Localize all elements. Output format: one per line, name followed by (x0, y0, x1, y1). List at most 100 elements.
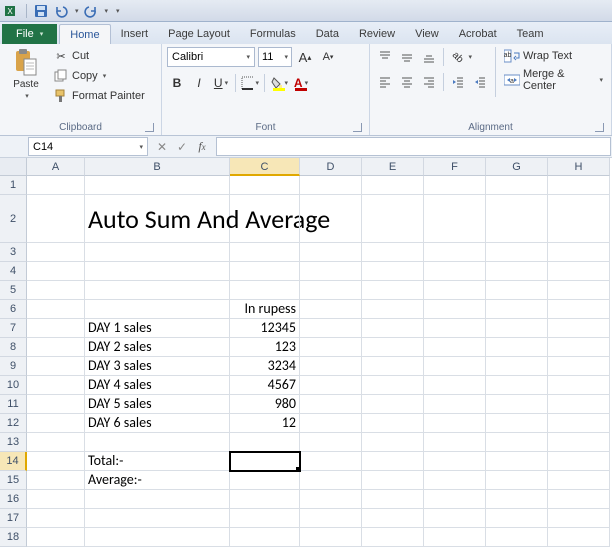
cell[interactable] (424, 471, 486, 490)
row-header[interactable]: 17 (0, 509, 27, 528)
cell[interactable] (85, 281, 230, 300)
fx-icon[interactable]: fx (194, 139, 210, 154)
align-bottom-button[interactable] (419, 47, 439, 67)
cell[interactable] (85, 243, 230, 262)
redo-icon[interactable] (83, 3, 99, 19)
qat-customize-icon[interactable]: ▾ (116, 7, 120, 15)
row-header[interactable]: 10 (0, 376, 27, 395)
tab-view[interactable]: View (405, 24, 449, 44)
cell[interactable] (300, 376, 362, 395)
cell[interactable]: DAY 4 sales (85, 376, 230, 395)
cell[interactable] (486, 528, 548, 547)
row-header[interactable]: 16 (0, 490, 27, 509)
cell[interactable] (230, 509, 300, 528)
row-header[interactable]: 11 (0, 395, 27, 414)
cell[interactable] (85, 300, 230, 319)
cell[interactable] (27, 471, 85, 490)
col-header-g[interactable]: G (486, 158, 548, 176)
cell[interactable] (300, 300, 362, 319)
cell[interactable] (362, 300, 424, 319)
col-header-f[interactable]: F (424, 158, 486, 176)
row-header[interactable]: 1 (0, 176, 27, 195)
file-tab[interactable]: File ▾ (2, 24, 57, 44)
cell[interactable] (230, 528, 300, 547)
cell[interactable] (362, 176, 424, 195)
align-top-button[interactable] (375, 47, 395, 67)
col-header-d[interactable]: D (300, 158, 362, 176)
tab-acrobat[interactable]: Acrobat (449, 24, 507, 44)
cell[interactable] (230, 281, 300, 300)
cell[interactable] (300, 357, 362, 376)
cell[interactable] (27, 357, 85, 376)
cell[interactable] (27, 262, 85, 281)
cell[interactable] (362, 281, 424, 300)
cell[interactable] (486, 471, 548, 490)
cell[interactable] (424, 376, 486, 395)
row-header[interactable]: 3 (0, 243, 27, 262)
cell[interactable] (85, 509, 230, 528)
cell[interactable] (85, 262, 230, 281)
cell[interactable] (486, 414, 548, 433)
cell[interactable] (300, 395, 362, 414)
cell[interactable] (362, 357, 424, 376)
cell[interactable]: DAY 3 sales (85, 357, 230, 376)
cell[interactable]: DAY 6 sales (85, 414, 230, 433)
cell[interactable] (300, 528, 362, 547)
cell[interactable] (486, 376, 548, 395)
cell[interactable] (230, 433, 300, 452)
cell[interactable]: Average:- (85, 471, 230, 490)
cell[interactable] (362, 414, 424, 433)
cell[interactable] (548, 262, 610, 281)
cell[interactable] (424, 338, 486, 357)
row-header[interactable]: 2 (0, 195, 27, 243)
col-header-c[interactable]: C (230, 158, 300, 176)
cell[interactable] (424, 176, 486, 195)
fill-color-button[interactable]: ▾ (269, 73, 289, 93)
cell[interactable] (27, 243, 85, 262)
bold-button[interactable]: B (167, 73, 187, 93)
cell[interactable] (486, 300, 548, 319)
cell[interactable] (548, 195, 610, 243)
cell[interactable] (548, 395, 610, 414)
cell[interactable] (548, 414, 610, 433)
cell[interactable] (27, 319, 85, 338)
cell[interactable] (362, 243, 424, 262)
cell[interactable] (424, 395, 486, 414)
cell[interactable] (27, 176, 85, 195)
row-header[interactable]: 18 (0, 528, 27, 547)
col-header-a[interactable]: A (27, 158, 85, 176)
cell[interactable] (300, 319, 362, 338)
tab-page-layout[interactable]: Page Layout (158, 24, 240, 44)
cell[interactable] (362, 452, 424, 471)
cell[interactable] (27, 509, 85, 528)
tab-home[interactable]: Home (59, 24, 110, 44)
cell[interactable] (424, 490, 486, 509)
cell[interactable] (548, 300, 610, 319)
cell[interactable] (548, 357, 610, 376)
cell[interactable] (424, 319, 486, 338)
cell[interactable] (362, 490, 424, 509)
cell[interactable] (300, 414, 362, 433)
row-header[interactable]: 5 (0, 281, 27, 300)
cell[interactable] (27, 338, 85, 357)
cell[interactable]: DAY 5 sales (85, 395, 230, 414)
cell[interactable] (486, 357, 548, 376)
cell[interactable] (300, 262, 362, 281)
col-header-h[interactable]: H (548, 158, 610, 176)
cell[interactable] (27, 414, 85, 433)
font-name-select[interactable]: Calibri▾ (167, 47, 255, 67)
cell[interactable]: In rupess (230, 300, 300, 319)
cell[interactable] (424, 243, 486, 262)
cell[interactable] (548, 471, 610, 490)
cell[interactable] (486, 338, 548, 357)
cell[interactable] (424, 300, 486, 319)
cell[interactable] (424, 357, 486, 376)
cell[interactable] (548, 376, 610, 395)
cell[interactable] (300, 471, 362, 490)
cell[interactable] (300, 243, 362, 262)
cell[interactable] (230, 195, 300, 243)
cell[interactable] (486, 176, 548, 195)
cell[interactable] (424, 195, 486, 243)
cell[interactable]: DAY 2 sales (85, 338, 230, 357)
cell[interactable] (230, 490, 300, 509)
